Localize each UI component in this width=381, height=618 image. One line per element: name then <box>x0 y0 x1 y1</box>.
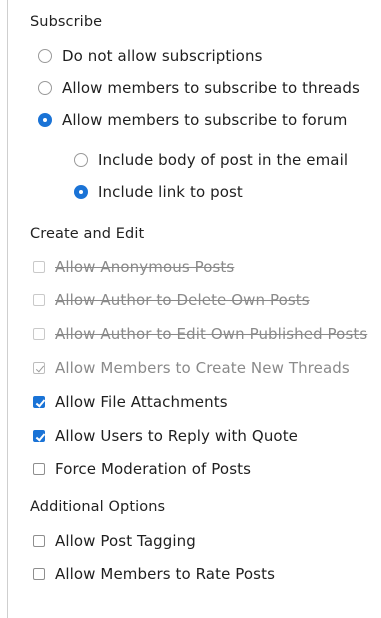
radio-subscribe-threads[interactable]: Allow members to subscribe to threads <box>38 79 360 97</box>
checkbox-anonymous-posts[interactable]: Allow Anonymous Posts <box>33 258 234 276</box>
checkbox-post-tagging[interactable]: Allow Post Tagging <box>33 532 196 550</box>
radio-label: Include body of post in the email <box>98 151 349 169</box>
radio-include-link[interactable]: Include link to post <box>74 183 243 201</box>
radio-label: Allow members to subscribe to threads <box>62 79 360 97</box>
radio-button[interactable] <box>38 49 52 63</box>
radio-no-subscriptions[interactable]: Do not allow subscriptions <box>38 47 262 65</box>
checkbox-label: Allow Anonymous Posts <box>55 258 235 276</box>
checkbox[interactable] <box>33 328 45 340</box>
radio-button-selected[interactable] <box>74 185 88 199</box>
radio-button-selected[interactable] <box>38 113 52 127</box>
checkbox-label: Allow Author to Delete Own Posts <box>55 291 310 309</box>
radio-button[interactable] <box>38 81 52 95</box>
checkbox[interactable] <box>33 294 45 306</box>
forum-settings-panel: Subscribe Do not allow subscriptions All… <box>7 0 381 618</box>
checkbox[interactable] <box>33 463 45 475</box>
create-edit-section-title: Create and Edit <box>30 226 145 242</box>
radio-label: Allow members to subscribe to forum <box>62 111 348 129</box>
additional-options-section-title: Additional Options <box>30 499 166 515</box>
checkbox-checked-disabled[interactable] <box>33 362 45 374</box>
radio-label: Include link to post <box>98 183 243 201</box>
radio-include-body[interactable]: Include body of post in the email <box>74 151 348 169</box>
checkbox-label: Allow Members to Rate Posts <box>55 565 275 583</box>
subscribe-section-title: Subscribe <box>30 14 103 30</box>
radio-subscribe-forum[interactable]: Allow members to subscribe to forum <box>38 111 347 129</box>
checkbox-checked[interactable] <box>33 430 45 442</box>
radio-button[interactable] <box>74 153 88 167</box>
checkbox-checked[interactable] <box>33 396 45 408</box>
checkbox-label: Allow Users to Reply with Quote <box>55 427 299 445</box>
checkbox-label: Force Moderation of Posts <box>55 460 252 478</box>
checkbox-delete-own-posts[interactable]: Allow Author to Delete Own Posts <box>33 291 310 309</box>
checkbox-label: Allow File Attachments <box>55 393 228 411</box>
checkbox-file-attachments[interactable]: Allow File Attachments <box>33 393 228 411</box>
checkbox[interactable] <box>33 568 45 580</box>
checkbox-label: Allow Author to Edit Own Published Posts <box>55 325 368 343</box>
checkbox-label: Allow Members to Create New Threads <box>55 359 350 377</box>
checkbox[interactable] <box>33 535 45 547</box>
checkbox-label: Allow Post Tagging <box>55 532 196 550</box>
checkbox-edit-own-posts[interactable]: Allow Author to Edit Own Published Posts <box>33 325 367 343</box>
checkbox-create-threads[interactable]: Allow Members to Create New Threads <box>33 359 350 377</box>
checkbox-reply-with-quote[interactable]: Allow Users to Reply with Quote <box>33 427 298 445</box>
radio-label: Do not allow subscriptions <box>62 47 263 65</box>
checkbox-rate-posts[interactable]: Allow Members to Rate Posts <box>33 565 275 583</box>
checkbox-force-moderation[interactable]: Force Moderation of Posts <box>33 460 251 478</box>
checkbox[interactable] <box>33 261 45 273</box>
